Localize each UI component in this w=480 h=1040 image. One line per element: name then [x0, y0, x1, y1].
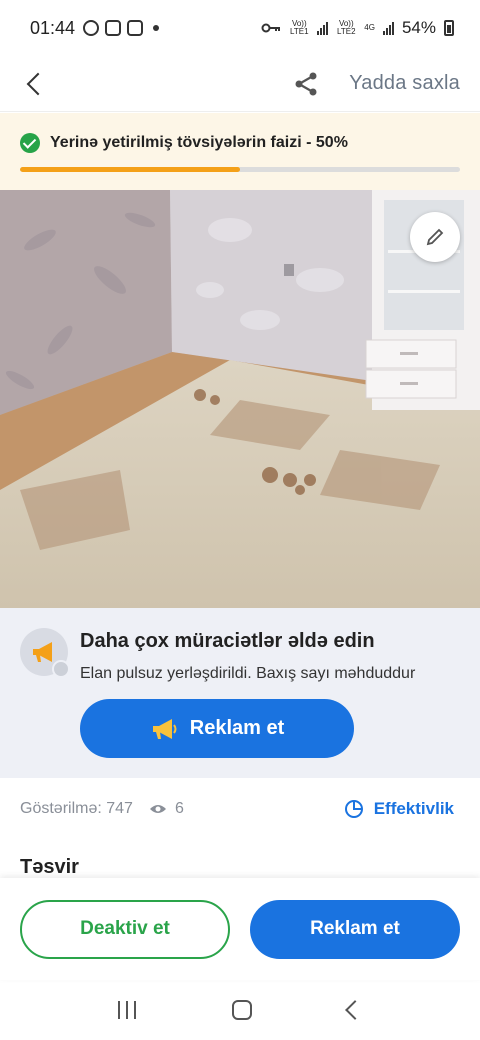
- edit-photo-button[interactable]: [410, 212, 460, 262]
- recent-apps-button[interactable]: [118, 1001, 136, 1019]
- promo-card: Daha çox müraciətlər əldə edin Elan puls…: [0, 608, 480, 778]
- pie-chart-icon: [344, 800, 363, 818]
- gallery-icon: [105, 20, 122, 36]
- network-type: 4G: [364, 23, 375, 32]
- home-button[interactable]: [232, 1000, 252, 1020]
- views-count: 6: [174, 800, 184, 817]
- battery-percent: 54%: [401, 18, 436, 37]
- verified-badge-icon: [52, 660, 70, 678]
- calendar-icon: [127, 20, 144, 36]
- description-title: Təsvir: [20, 856, 79, 878]
- share-icon[interactable]: [293, 71, 319, 97]
- promo-title: Daha çox müraciətlər əldə edin: [80, 630, 375, 652]
- listing-photo[interactable]: [0, 190, 480, 608]
- pencil-icon: [426, 228, 444, 246]
- eye-icon: [149, 805, 166, 813]
- sim1-label: Vo)) LTE1: [290, 19, 309, 36]
- effectiveness-link[interactable]: Effektivlik: [344, 799, 454, 819]
- save-button[interactable]: Yadda saxla: [349, 72, 460, 95]
- stats-row: Göstərilmə: 747 6 Effektivlik: [0, 778, 480, 840]
- battery-icon: [444, 20, 454, 36]
- bottom-action-bar: Deaktiv et Reklam et: [0, 878, 480, 980]
- promo-subtitle: Elan pulsuz yerləşdirildi. Baxış sayı mə…: [80, 665, 416, 682]
- more-notifications-icon: [153, 25, 160, 31]
- advertise-button[interactable]: Reklam et: [250, 899, 460, 959]
- check-circle-icon: [20, 133, 40, 153]
- signal-icon: [317, 21, 329, 35]
- impressions-count: Göstərilmə: 747: [20, 800, 133, 817]
- megaphone-icon: [152, 718, 177, 739]
- app-bar: Yadda saxla: [0, 56, 480, 112]
- status-time: 01:44: [30, 17, 76, 38]
- sim2-label: Vo)) LTE2: [337, 19, 356, 36]
- effectiveness-label: Effektivlik: [373, 799, 454, 818]
- back-button[interactable]: [24, 72, 48, 96]
- system-back-button[interactable]: [345, 1000, 365, 1020]
- signal-icon: [382, 21, 394, 35]
- progress-fill: [20, 167, 240, 172]
- key-icon: [261, 23, 281, 33]
- status-bar: 01:44 Vo)) LTE1 Vo)) LTE2 4G 54%: [0, 0, 480, 56]
- system-nav-bar: [0, 980, 480, 1040]
- deactivate-button[interactable]: Deaktiv et: [20, 899, 230, 959]
- promo-avatar: [20, 628, 70, 678]
- progress-track: [20, 167, 460, 172]
- room-image: [0, 190, 480, 608]
- promo-button-label: Reklam et: [189, 717, 285, 739]
- promo-advertise-button[interactable]: Reklam et: [80, 699, 354, 758]
- progress-label: Yerinə yetirilmiş tövsiyələrin faizi - 5…: [50, 134, 348, 151]
- recommendations-progress: Yerinə yetirilmiş tövsiyələrin faizi - 5…: [0, 113, 480, 190]
- whatsapp-icon: [83, 20, 100, 36]
- megaphone-icon: [33, 642, 52, 662]
